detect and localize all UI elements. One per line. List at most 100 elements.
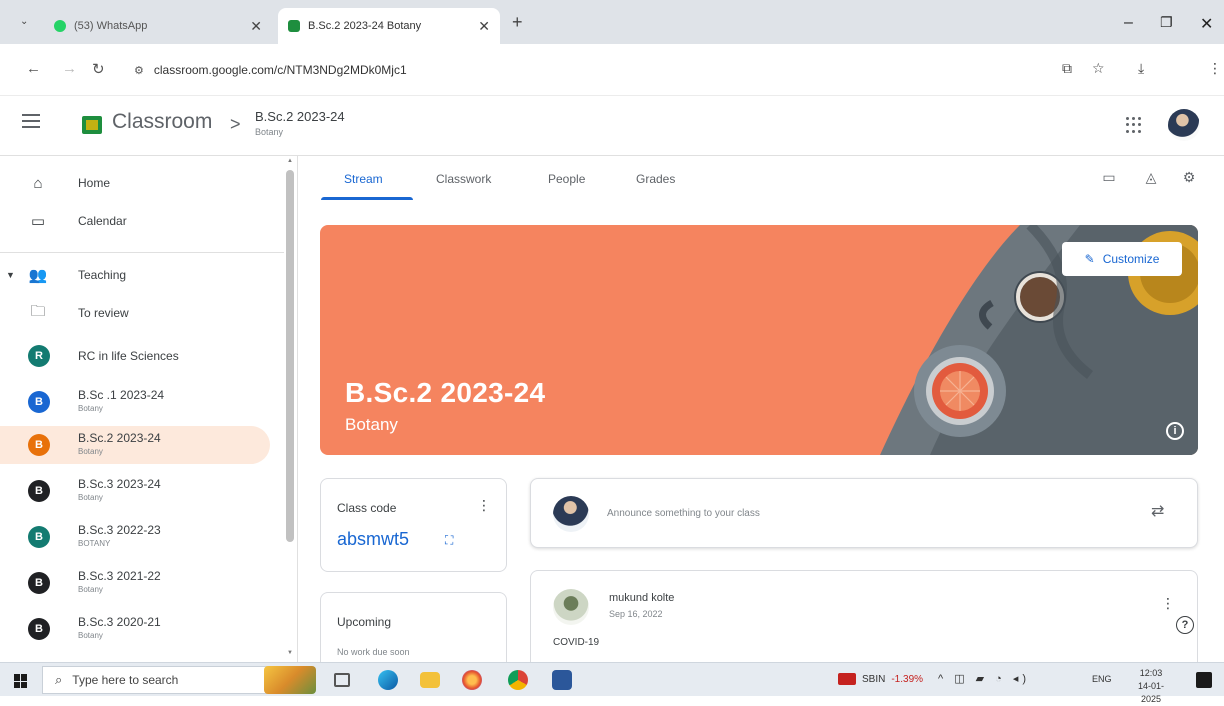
sidebar-item-label: Calendar [78, 214, 127, 228]
classroom-header: Classroom > B.Sc.2 2023-24 Botany [0, 96, 1224, 156]
pencil-icon: ✎ [1084, 252, 1095, 266]
class-name: B.Sc.3 2020-21 [78, 615, 161, 629]
sidebar-item-label: Teaching [78, 268, 127, 282]
sidebar-item-label: Home [78, 176, 111, 190]
input-language[interactable]: ENG [1092, 674, 1112, 684]
author-avatar [553, 589, 589, 625]
close-tab-icon[interactable]: ✕ [250, 18, 262, 35]
sidebar-item-class[interactable]: B B.Sc.3 2020-21 Botany [0, 610, 270, 648]
class-name: B.Sc.3 2021-22 [78, 569, 161, 583]
sidebar-item-class[interactable]: B B.Sc .1 2023-24 Botany [0, 383, 270, 421]
back-arrow-icon[interactable]: ← [26, 60, 41, 77]
class-name: B.Sc.3 2022-23 [78, 523, 161, 537]
tab-grades[interactable]: Grades [636, 172, 675, 186]
sidebar-item-calendar[interactable]: ▭ Calendar [0, 202, 270, 240]
stock-widget[interactable]: SBIN -1.39% [838, 673, 923, 685]
fullscreen-icon[interactable]: ⛶ [445, 533, 453, 548]
calendar-icon[interactable]: ▭ [1100, 168, 1118, 186]
breadcrumb-class-title: B.Sc.2 2023-24 [255, 109, 345, 124]
classroom-logo-icon[interactable] [82, 116, 102, 134]
announce-box[interactable]: Announce something to your class ⇄ [530, 478, 1198, 548]
tab-stream[interactable]: Stream [344, 172, 383, 186]
search-icon: ⌕ [55, 672, 63, 687]
close-window-button[interactable]: ✕ [1200, 14, 1213, 34]
customize-label: Customize [1102, 252, 1160, 266]
close-tab-icon[interactable]: ✕ [478, 18, 490, 35]
class-avatar: R [28, 345, 50, 367]
sidebar-item-class[interactable]: R RC in life Sciences [0, 337, 270, 375]
sidebar-item-class[interactable]: B B.Sc.3 2022-23 BOTANY [0, 518, 270, 556]
drive-folder-icon[interactable]: ◬ [1142, 168, 1160, 186]
settings-gear-icon[interactable]: ⚙ [1180, 168, 1198, 186]
class-section: Botany [78, 404, 103, 413]
stream-post[interactable]: mukund kolte Sep 16, 2022 ⋮ COVID-19 [530, 570, 1198, 672]
class-avatar: B [28, 434, 50, 456]
sidebar-scrollbar[interactable] [286, 170, 294, 542]
firefox-icon[interactable] [462, 670, 482, 690]
announce-placeholder[interactable]: Announce something to your class [607, 508, 760, 519]
sidebar-item-class-active[interactable]: B B.Sc.2 2023-24 Botany [0, 426, 270, 464]
minimize-button[interactable]: – [1124, 14, 1133, 32]
tab-search-button[interactable]: ⌄ [20, 16, 28, 27]
class-code-value: absmwt5 [337, 529, 410, 549]
sidebar-item-teaching[interactable]: ▼ 👥 Teaching [0, 256, 270, 294]
address-bar[interactable]: ⚙ classroom.google.com/c/NTM3NDg2MDk0Mjc… [120, 54, 1040, 86]
class-code-label: Class code [337, 501, 397, 515]
help-icon[interactable]: ? [1176, 616, 1194, 634]
install-app-icon[interactable]: ⧉ [1062, 60, 1072, 77]
forward-arrow-icon[interactable]: → [62, 60, 77, 77]
scroll-up-arrow-icon[interactable]: ▲ [287, 158, 293, 164]
google-apps-icon[interactable] [1126, 117, 1142, 133]
edge-browser-icon[interactable] [378, 670, 398, 690]
new-tab-button[interactable]: + [512, 12, 523, 33]
active-tab-indicator [321, 197, 413, 200]
search-highlight-image[interactable] [264, 666, 316, 694]
folder-icon: 🗀 [30, 302, 46, 320]
browser-menu-icon[interactable]: ⋮ [1208, 60, 1222, 77]
tab-classwork[interactable]: Classwork [436, 172, 491, 186]
sidebar-item-class[interactable]: B B.Sc.3 2021-22 Botany [0, 564, 270, 602]
collapse-caret-icon[interactable]: ▼ [6, 270, 15, 280]
class-section: BOTANY [78, 539, 111, 548]
notification-center-icon[interactable] [1196, 672, 1212, 688]
chrome-icon[interactable] [508, 670, 528, 690]
tab-title: B.Sc.2 2023-24 Botany [308, 20, 422, 32]
sidebar-item-class[interactable]: B B.Sc.3 2023-24 Botany [0, 472, 270, 510]
clock-date: 14-01-2025 [1137, 681, 1164, 704]
reload-icon[interactable]: ↻ [92, 60, 105, 78]
file-explorer-icon[interactable] [420, 672, 440, 688]
url-text: classroom.google.com/c/NTM3NDg2MDk0Mjc1 [153, 63, 407, 77]
sidebar-item-label: To review [78, 306, 129, 320]
browser-tab-whatsapp[interactable]: (53) WhatsApp ✕ [44, 8, 272, 44]
customize-button[interactable]: ✎ Customize [1062, 242, 1182, 276]
download-icon[interactable]: ⤓ [1138, 60, 1144, 77]
stock-change: -1.39% [891, 673, 924, 685]
class-banner: B.Sc.2 2023-24 Botany ✎ Customize i [320, 225, 1198, 455]
account-avatar[interactable] [1168, 109, 1200, 141]
task-view-icon[interactable] [334, 673, 350, 687]
sidebar-item-home[interactable]: ⌂ Home [0, 164, 270, 202]
main-menu-icon[interactable] [22, 114, 40, 128]
site-info-icon[interactable]: ⚙ [134, 64, 144, 77]
app-name[interactable]: Classroom [112, 110, 212, 134]
word-icon[interactable] [552, 670, 572, 690]
taskbar-clock[interactable]: 12:03 14-01-2025 [1128, 667, 1174, 706]
upcoming-card: Upcoming No work due soon [320, 592, 507, 672]
more-options-icon[interactable]: ⋮ [477, 497, 491, 514]
info-icon[interactable]: i [1166, 422, 1184, 440]
more-options-icon[interactable]: ⋮ [1161, 595, 1175, 612]
maximize-button[interactable]: ❐ [1160, 14, 1173, 31]
class-avatar: B [28, 391, 50, 413]
sidebar-item-to-review[interactable]: 🗀 To review [0, 294, 270, 332]
reuse-post-icon[interactable]: ⇄ [1151, 501, 1164, 521]
search-placeholder: Type here to search [72, 673, 179, 687]
tab-people[interactable]: People [548, 172, 585, 186]
taskbar-search-input[interactable]: ⌕ Type here to search [42, 666, 270, 694]
class-avatar: B [28, 480, 50, 502]
system-tray-icons[interactable]: ^ ◫ ▰ ◔ ◂) [938, 672, 1030, 685]
windows-start-icon[interactable] [14, 674, 28, 688]
bookmark-star-icon[interactable]: ☆ [1092, 60, 1105, 77]
browser-tab-classroom[interactable]: B.Sc.2 2023-24 Botany ✕ [278, 8, 500, 44]
banner-class-title: B.Sc.2 2023-24 [345, 377, 546, 408]
scroll-down-arrow-icon[interactable]: ▼ [287, 650, 293, 656]
